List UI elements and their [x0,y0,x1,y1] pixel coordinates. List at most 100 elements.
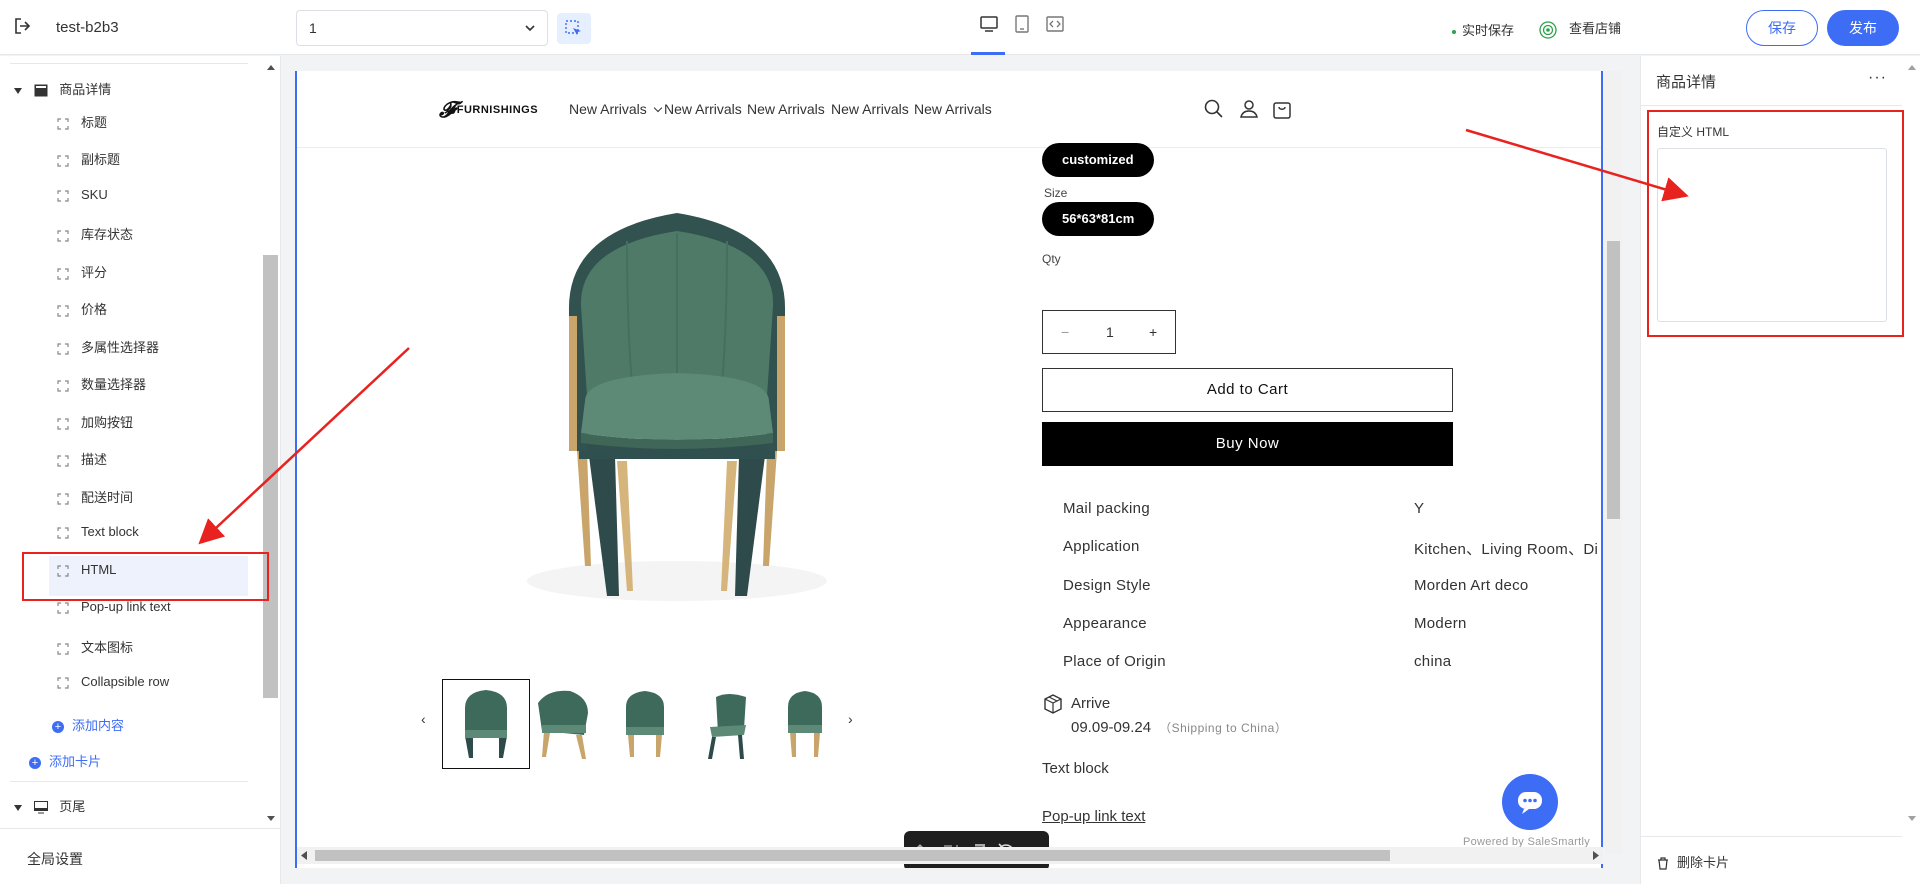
spec-value: china [1414,653,1452,670]
canvas-scrollbar[interactable] [1605,71,1622,854]
store-name: test-b2b3 [56,19,119,36]
thumb-prev-arrow[interactable]: ‹ [421,711,426,727]
product-thumbnail[interactable] [762,679,850,769]
sidebar-item[interactable]: Collapsible row [57,674,169,689]
product-thumbnail[interactable] [602,679,690,769]
nav-item[interactable]: New Arrivals [664,101,742,117]
sidebar-item[interactable]: 数量选择器 [57,374,146,393]
tablet-view-icon[interactable] [1012,14,1032,34]
nav-item[interactable]: New Arrivals [569,101,663,117]
editor-canvas-area: 𝓕FURNISHINGS New Arrivals New Arrivals N… [281,56,1639,884]
store-logo[interactable]: 𝓕FURNISHINGS [439,97,538,123]
trash-icon [1658,857,1668,870]
product-main-image[interactable] [467,151,887,711]
sidebar-item-label: Pop-up link text [81,599,171,614]
store-preview[interactable]: 𝓕FURNISHINGS New Arrivals New Arrivals N… [295,71,1603,868]
product-thumbnail[interactable] [442,679,530,769]
size-option-pill[interactable]: 56*63*81cm [1042,202,1155,236]
exit-icon[interactable] [12,16,32,36]
element-picker-button[interactable] [557,13,591,44]
section-footer[interactable]: 页尾 [14,796,85,815]
quantity-stepper[interactable]: − 1 + [1042,310,1176,354]
scroll-right-icon[interactable] [1593,851,1599,860]
plus-circle-icon: + [29,756,41,769]
scrollbar-thumb[interactable] [315,850,1390,861]
sidebar-item[interactable]: SKU [57,187,108,202]
scroll-up-icon[interactable] [267,64,275,70]
view-store-link[interactable]: 查看店铺 [1539,18,1621,39]
sidebar-item[interactable]: 库存状态 [57,224,133,243]
left-sidebar: 商品详情 标题副标题 SKU 库存状态评分价格多属性选择器数量选择器加购按钮描述配送… [0,56,281,884]
product-thumbnail[interactable] [522,679,610,769]
sidebar-item[interactable]: 副标题 [57,149,120,168]
arrive-label: Arrive [1071,695,1111,712]
add-card-link[interactable]: + 添加卡片 [29,751,101,770]
search-icon[interactable] [1203,98,1225,120]
divider [1641,105,1902,106]
block-bracket-icon [57,676,69,689]
section-product-detail[interactable]: 商品详情 [14,79,111,98]
page-select[interactable]: 1 [296,10,548,46]
sidebar-item[interactable]: 标题 [57,112,107,131]
page-select-value: 1 [309,20,317,36]
sidebar-item[interactable]: Text block [57,524,139,539]
block-bracket-icon [57,642,69,655]
scroll-down-icon[interactable] [1908,816,1916,822]
add-content-link[interactable]: + 添加内容 [52,715,124,734]
divider [10,781,248,782]
nav-label: New Arrivals [569,101,647,117]
sidebar-scrollbar[interactable] [262,56,279,826]
status-dot-icon [1452,29,1456,34]
nav-item[interactable]: New Arrivals [747,101,825,117]
sidebar-item[interactable]: 加购按钮 [57,412,133,431]
qty-minus-button[interactable]: − [1061,324,1069,340]
qty-label: Qty [1042,252,1061,266]
block-bracket-icon [57,229,69,242]
publish-button[interactable]: 发布 [1827,10,1899,46]
global-settings-link[interactable]: 全局设置 [27,849,83,869]
sidebar-item-label: 多属性选择器 [81,340,160,355]
qty-value[interactable]: 1 [1106,324,1114,340]
block-bracket-icon [57,526,69,539]
save-button[interactable]: 保存 [1746,10,1818,46]
sidebar-item[interactable]: 配送时间 [57,487,133,506]
add-to-cart-button[interactable]: Add to Cart [1042,368,1453,412]
variant-option-pill[interactable]: customized [1042,143,1154,177]
account-icon[interactable] [1238,98,1260,120]
canvas-horizontal-scrollbar[interactable] [297,847,1603,864]
sidebar-item[interactable]: 评分 [57,262,107,281]
panel-title: 商品详情 [1656,74,1717,91]
desktop-view-icon[interactable] [979,14,999,34]
spec-key: Appearance [1063,615,1147,632]
scrollbar-thumb[interactable] [1607,241,1620,519]
scroll-left-icon[interactable] [301,851,307,860]
popup-link[interactable]: Pop-up link text [1042,808,1145,825]
panel-scrollbar[interactable] [1903,56,1920,826]
plus-circle-icon: + [52,720,64,733]
nav-item[interactable]: New Arrivals [914,101,992,117]
sidebar-item[interactable]: Pop-up link text [57,599,171,614]
more-options-icon[interactable]: ··· [1868,69,1887,87]
cart-icon[interactable] [1271,98,1293,120]
delete-card-button[interactable]: 删除卡片 [1657,852,1729,871]
product-thumbnail[interactable] [682,679,770,769]
chat-widget-button[interactable] [1502,774,1558,830]
monitor-icon [33,801,48,814]
divider [10,63,248,64]
qty-plus-button[interactable]: + [1149,324,1157,340]
card-icon [34,84,48,97]
spec-value: Kitchen、Living Room、Di [1414,541,1599,558]
sidebar-item-label: Text block [81,524,139,539]
sidebar-item[interactable]: 多属性选择器 [57,337,159,356]
nav-item[interactable]: New Arrivals [831,101,909,117]
sidebar-item[interactable]: 价格 [57,299,107,318]
scroll-up-icon[interactable] [1908,64,1916,70]
sidebar-item[interactable]: 文本图标 [57,637,133,656]
scroll-down-icon[interactable] [267,816,275,822]
chair-thumbnail-image [708,694,746,759]
thumb-next-arrow[interactable]: › [848,711,853,727]
code-view-icon[interactable] [1045,14,1065,34]
buy-now-button[interactable]: Buy Now [1042,422,1453,466]
sidebar-item[interactable]: 描述 [57,449,107,468]
scrollbar-thumb[interactable] [263,255,278,698]
